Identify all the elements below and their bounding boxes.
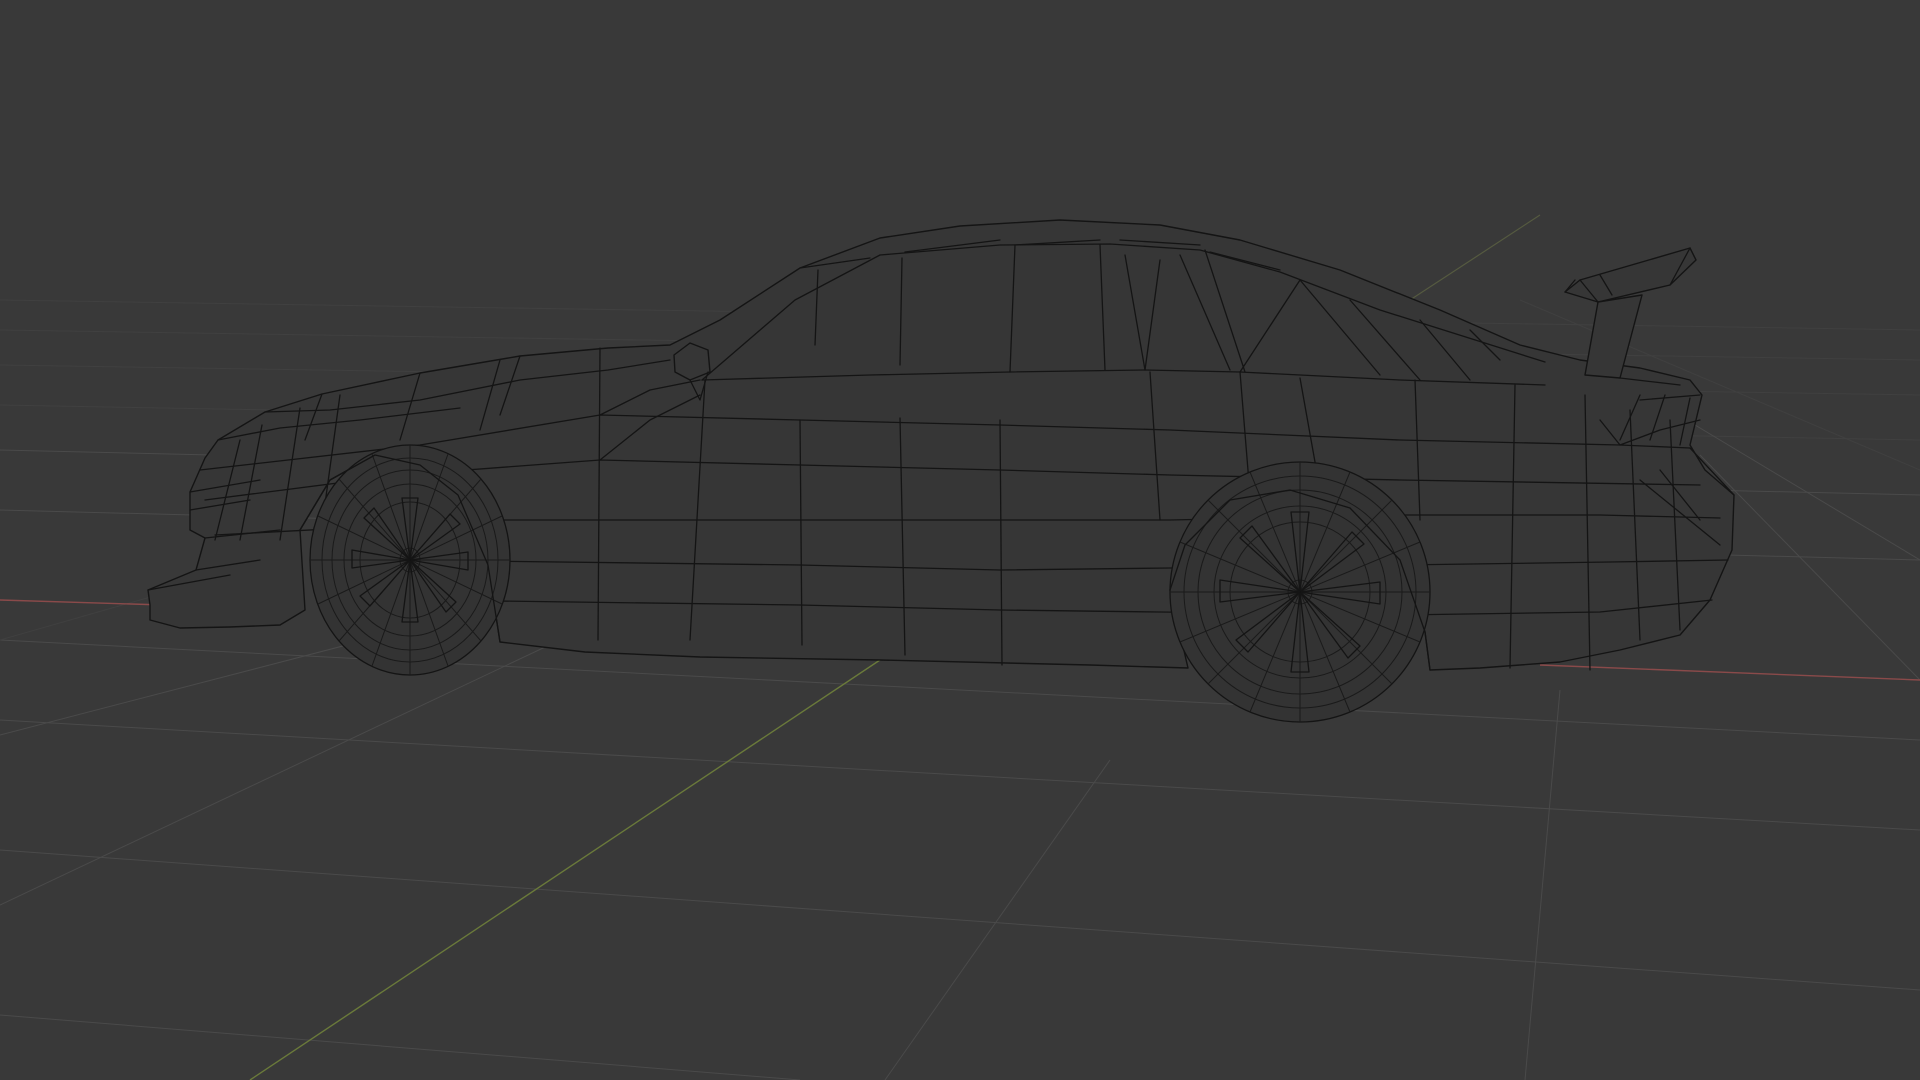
y-axis-line-far bbox=[1409, 214, 1541, 301]
viewport-canvas[interactable] bbox=[0, 0, 1920, 1080]
x-axis-line-right bbox=[1539, 664, 1920, 681]
rear-spoiler[interactable] bbox=[1564, 247, 1697, 379]
front-wheel[interactable] bbox=[309, 444, 511, 676]
3d-viewport[interactable] bbox=[0, 0, 1920, 1080]
car-mesh[interactable] bbox=[147, 219, 1735, 723]
rear-wheel[interactable] bbox=[1169, 461, 1431, 723]
y-axis-line bbox=[249, 659, 881, 1080]
